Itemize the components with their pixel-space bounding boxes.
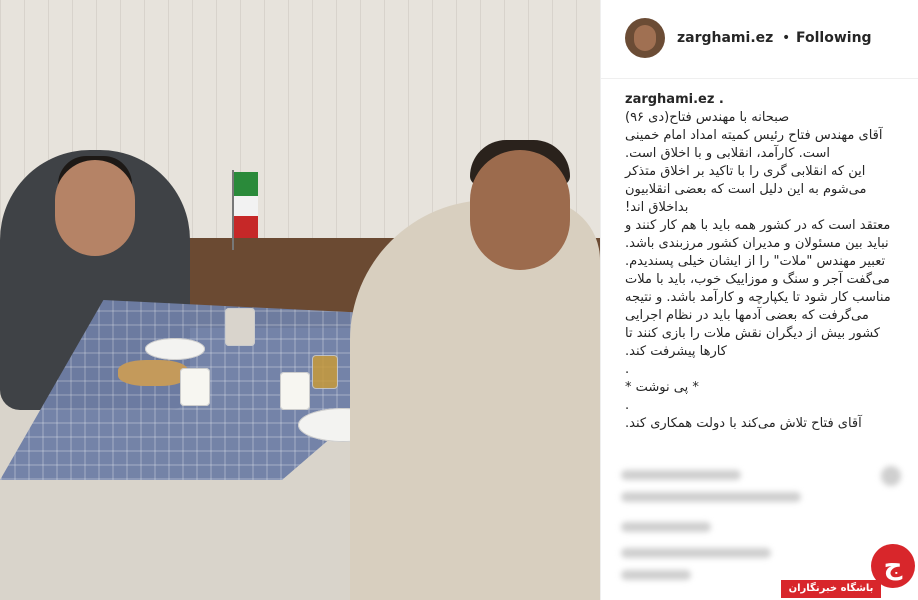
caption-username[interactable]: zarghami.ez . xyxy=(625,92,901,107)
separator-dot: • xyxy=(782,30,791,46)
person-right-head xyxy=(470,150,570,270)
cup xyxy=(225,308,255,346)
milk-cup xyxy=(280,372,310,410)
caption-text: صبحانه با مهندس فتاح(دی ۹۶) آقای مهندس ف… xyxy=(625,110,891,431)
person-left-head xyxy=(55,160,135,256)
username-link[interactable]: zarghami.ez xyxy=(677,30,773,46)
iran-flag xyxy=(232,170,260,250)
milk-cup xyxy=(180,368,210,406)
post-photo[interactable] xyxy=(0,0,600,600)
avatar[interactable] xyxy=(625,18,665,58)
caption: zarghami.ez . صبحانه با مهندس فتاح(دی ۹۶… xyxy=(625,92,901,433)
logo-label: باشگاه خبرنگاران xyxy=(781,580,881,598)
news-agency-logo-icon: ج باشگاه خبرنگاران xyxy=(781,544,918,600)
plate xyxy=(145,338,205,360)
bread xyxy=(118,360,188,386)
post-sidebar: zarghami.ez • Following zarghami.ez . صب… xyxy=(600,0,918,600)
person-right xyxy=(350,200,600,600)
tea-glass xyxy=(312,355,338,389)
following-button[interactable]: Following xyxy=(796,30,872,46)
post-header: zarghami.ez • Following xyxy=(601,0,918,79)
